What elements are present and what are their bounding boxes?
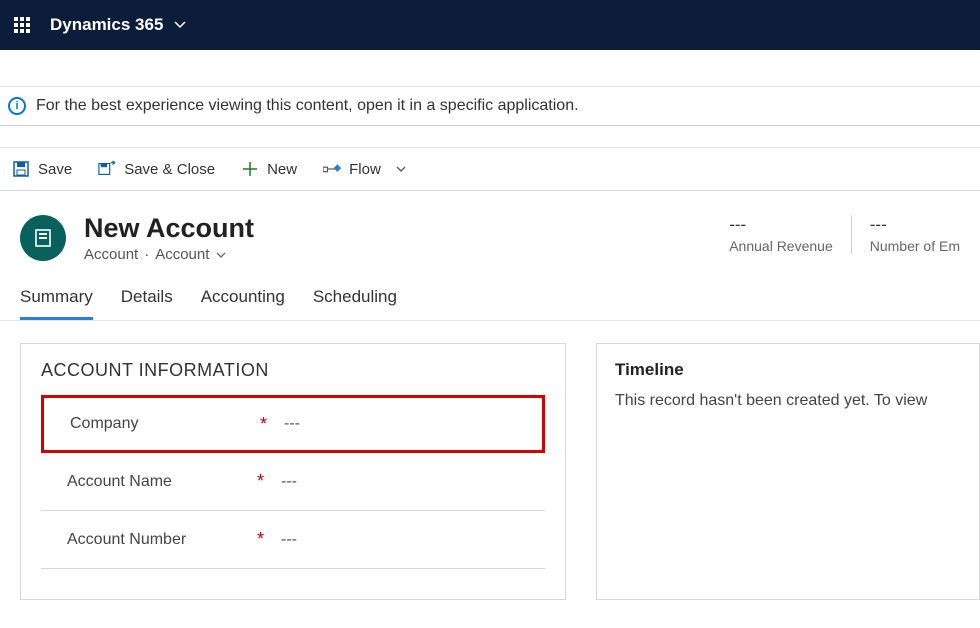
app-launcher-icon[interactable] bbox=[12, 15, 32, 35]
entity-badge-icon bbox=[20, 215, 66, 261]
record-stats: --- Annual Revenue --- Number of Em bbox=[711, 215, 960, 254]
brand-label: Dynamics 365 bbox=[50, 15, 163, 35]
required-indicator: * bbox=[260, 414, 284, 435]
save-button[interactable]: Save bbox=[12, 160, 72, 178]
timeline-empty-message: This record hasn't been created yet. To … bbox=[615, 392, 961, 410]
field-label: Account Number bbox=[67, 531, 257, 549]
stat-label: Annual Revenue bbox=[729, 238, 833, 254]
brand-title: Dynamics 365 bbox=[50, 15, 187, 35]
command-bar: Save Save & Close New Flow bbox=[0, 148, 980, 191]
top-nav-bar: Dynamics 365 bbox=[0, 0, 980, 50]
flow-label: Flow bbox=[349, 161, 381, 178]
form-tabs: Summary Details Accounting Scheduling bbox=[0, 277, 980, 321]
breadcrumb-entity: Account bbox=[84, 246, 138, 263]
new-label: New bbox=[267, 161, 297, 178]
chevron-down-icon bbox=[395, 163, 407, 175]
company-input[interactable]: --- bbox=[284, 415, 542, 433]
field-row-account-name: Account Name * --- bbox=[41, 453, 545, 511]
record-header: New Account Account · Account --- Annual… bbox=[0, 191, 980, 277]
save-close-button[interactable]: Save & Close bbox=[98, 160, 215, 178]
stat-annual-revenue: --- Annual Revenue bbox=[711, 215, 852, 254]
info-icon: i bbox=[8, 97, 26, 115]
info-message: For the best experience viewing this con… bbox=[36, 97, 579, 115]
section-title: ACCOUNT INFORMATION bbox=[41, 360, 545, 381]
save-label: Save bbox=[38, 161, 72, 178]
record-title: New Account bbox=[84, 213, 254, 244]
save-close-icon bbox=[98, 160, 116, 178]
form-body: ACCOUNT INFORMATION Company * --- Accoun… bbox=[0, 321, 980, 600]
breadcrumb-sep: · bbox=[144, 246, 149, 263]
field-row-account-number: Account Number * --- bbox=[41, 511, 545, 569]
save-icon bbox=[12, 160, 30, 178]
tab-scheduling[interactable]: Scheduling bbox=[313, 277, 397, 320]
new-button[interactable]: New bbox=[241, 160, 297, 178]
timeline-title: Timeline bbox=[615, 360, 961, 380]
plus-icon bbox=[241, 160, 259, 178]
account-number-input[interactable]: --- bbox=[281, 531, 545, 549]
field-label: Company bbox=[70, 415, 260, 433]
account-name-input[interactable]: --- bbox=[281, 473, 545, 491]
flow-button[interactable]: Flow bbox=[323, 160, 407, 178]
flow-icon bbox=[323, 160, 341, 178]
spacer bbox=[0, 50, 980, 86]
breadcrumb[interactable]: Account · Account bbox=[84, 246, 254, 263]
stat-label: Number of Em bbox=[870, 238, 960, 254]
info-banner: i For the best experience viewing this c… bbox=[0, 86, 980, 126]
chevron-down-icon[interactable] bbox=[173, 18, 187, 32]
save-close-label: Save & Close bbox=[124, 161, 215, 178]
stat-value: --- bbox=[729, 215, 833, 235]
chevron-down-icon bbox=[215, 249, 227, 261]
field-row-company: Company * --- bbox=[41, 395, 545, 453]
required-indicator: * bbox=[257, 471, 281, 492]
required-indicator: * bbox=[257, 529, 281, 550]
stat-number-employees: --- Number of Em bbox=[852, 215, 960, 254]
breadcrumb-form: Account bbox=[155, 246, 209, 263]
account-information-section: ACCOUNT INFORMATION Company * --- Accoun… bbox=[20, 343, 566, 600]
gap bbox=[0, 126, 980, 148]
tab-accounting[interactable]: Accounting bbox=[201, 277, 285, 320]
field-label: Account Name bbox=[67, 473, 257, 491]
tab-summary[interactable]: Summary bbox=[20, 277, 93, 320]
timeline-panel: Timeline This record hasn't been created… bbox=[596, 343, 980, 600]
stat-value: --- bbox=[870, 215, 960, 235]
tab-details[interactable]: Details bbox=[121, 277, 173, 320]
